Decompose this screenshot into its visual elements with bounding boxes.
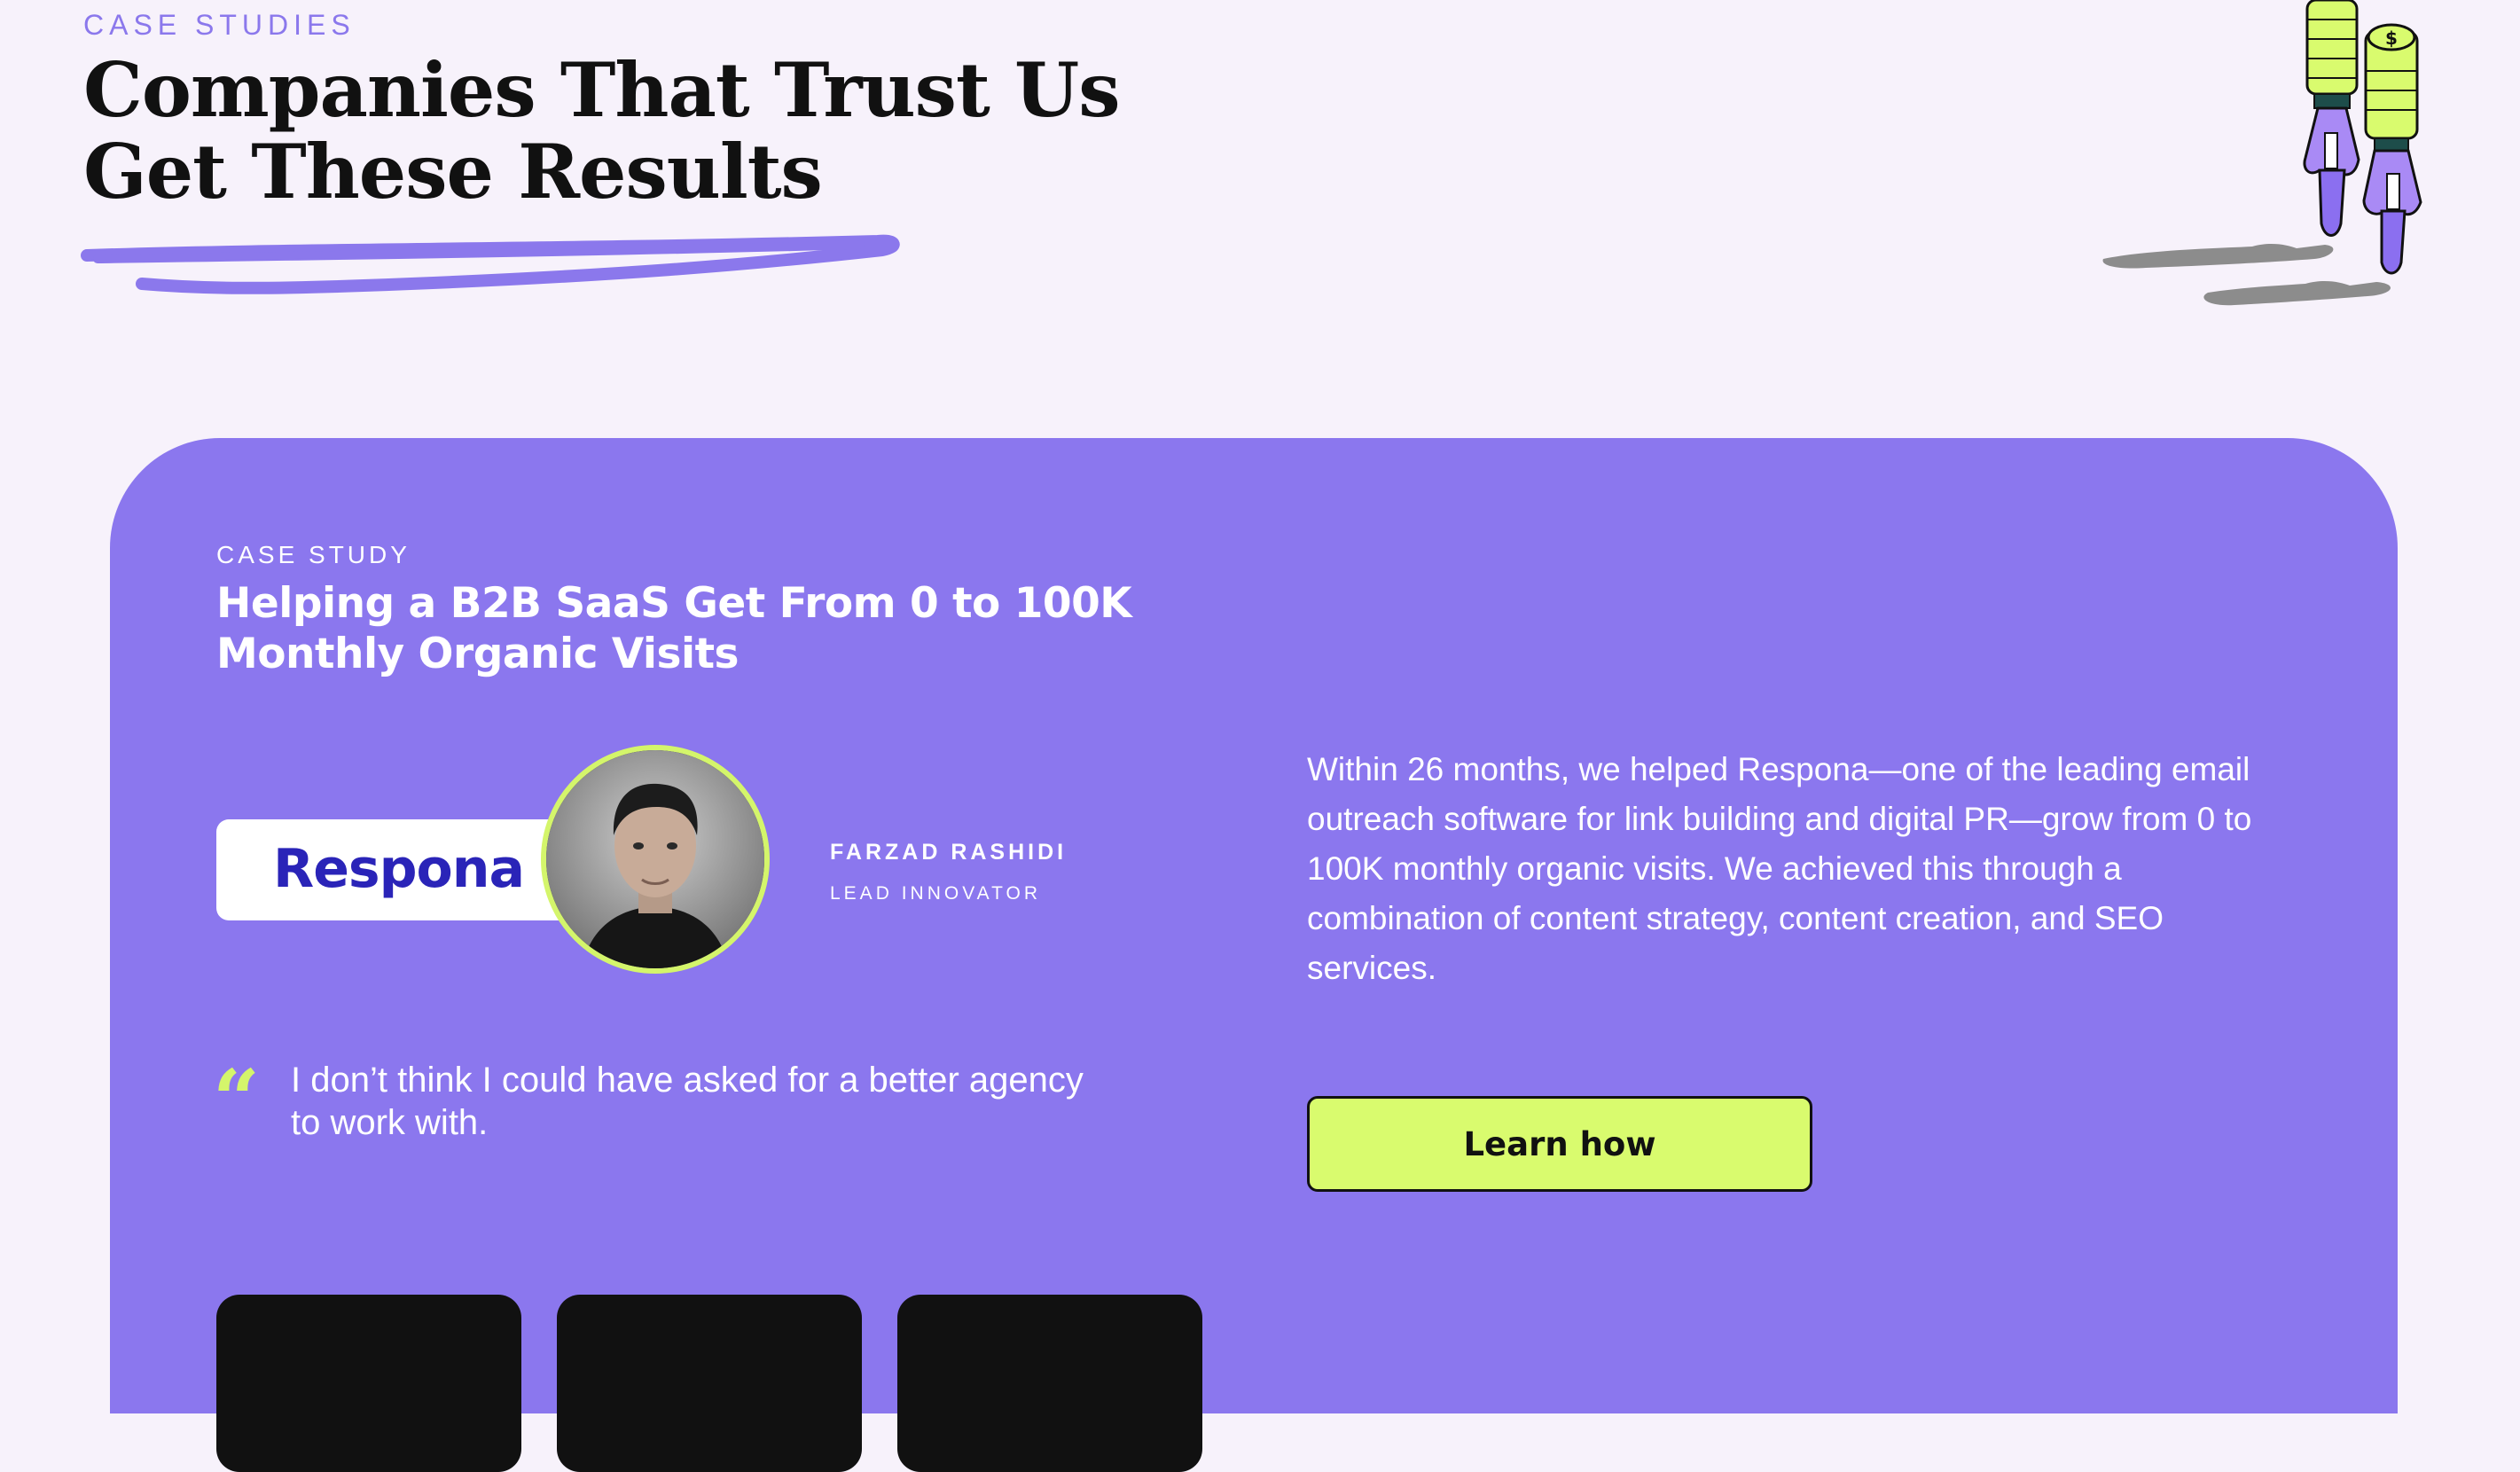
case-study-description: Within 26 months, we helped Respona—one …: [1307, 751, 2252, 986]
case-studies-header: CASE STUDIES Companies That Trust Us Get…: [0, 0, 2520, 408]
testimonial-quote: I don’t think I could have asked for a b…: [291, 1061, 1084, 1142]
person-photo-icon: [546, 750, 764, 968]
case-study-card: CASE STUDY Helping a B2B SaaS Get From 0…: [110, 438, 2398, 1472]
person-avatar: [541, 745, 770, 974]
client-logo: Respona: [216, 819, 589, 920]
person-name: FARZAD RASHIDI: [830, 840, 1068, 865]
section-title: Companies That Trust Us Get These Result…: [83, 46, 1121, 215]
quote-icon: “: [213, 1052, 260, 1147]
stat-card: [557, 1295, 862, 1472]
case-study-title: Helping a B2B SaaS Get From 0 to 100K Mo…: [216, 579, 1132, 678]
case-study-eyebrow: CASE STUDY: [216, 541, 411, 568]
brush-underline-icon: [81, 234, 900, 294]
section-eyebrow: CASE STUDIES: [83, 9, 356, 41]
stat-card: [216, 1295, 521, 1472]
learn-how-button[interactable]: Learn how: [1307, 1096, 1812, 1192]
svg-text:$: $: [2385, 27, 2398, 49]
coin-rocket-icon: $: [2102, 0, 2422, 306]
person-role: LEAD INNOVATOR: [830, 883, 1042, 904]
stat-card: [897, 1295, 1202, 1472]
client-logo-text: Respona: [273, 838, 525, 900]
